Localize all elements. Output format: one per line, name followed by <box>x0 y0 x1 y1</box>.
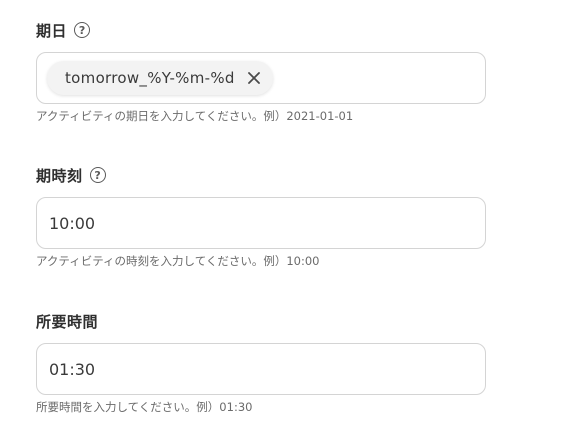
due-date-label-row: 期日 ? <box>36 19 486 41</box>
due-time-value: 10:00 <box>49 213 96 233</box>
due-time-label-row: 期時刻 ? <box>36 164 486 186</box>
duration-hint: 所要時間を入力してください。例）01:30 <box>36 400 253 414</box>
duration-field: 所要時間 01:30 所要時間を入力してください。例）01:30 <box>36 310 486 415</box>
due-time-field: 期時刻 ? 10:00 アクティビティの時刻を入力してください。例）10:00 <box>36 164 486 269</box>
due-date-chip[interactable]: tomorrow_%Y-%m-%d <box>47 61 273 95</box>
due-date-label: 期日 <box>36 21 68 40</box>
due-date-chip-label: tomorrow_%Y-%m-%d <box>65 69 235 87</box>
help-icon[interactable]: ? <box>89 167 106 183</box>
help-icon[interactable]: ? <box>74 22 91 38</box>
due-time-hint: アクティビティの時刻を入力してください。例）10:00 <box>36 254 320 268</box>
due-time-label: 期時刻 <box>36 166 83 185</box>
due-date-field: 期日 ? tomorrow_%Y-%m-%d アクティビティの期日を入力してくだ… <box>36 19 486 124</box>
due-time-input[interactable]: 10:00 <box>36 197 486 249</box>
duration-input[interactable]: 01:30 <box>36 343 486 395</box>
duration-label-row: 所要時間 <box>36 310 486 332</box>
close-icon[interactable] <box>245 69 263 87</box>
due-date-input[interactable]: tomorrow_%Y-%m-%d <box>36 52 486 104</box>
due-date-hint: アクティビティの期日を入力してください。例）2021-01-01 <box>36 109 354 123</box>
duration-value: 01:30 <box>49 359 96 379</box>
duration-label: 所要時間 <box>36 312 99 331</box>
